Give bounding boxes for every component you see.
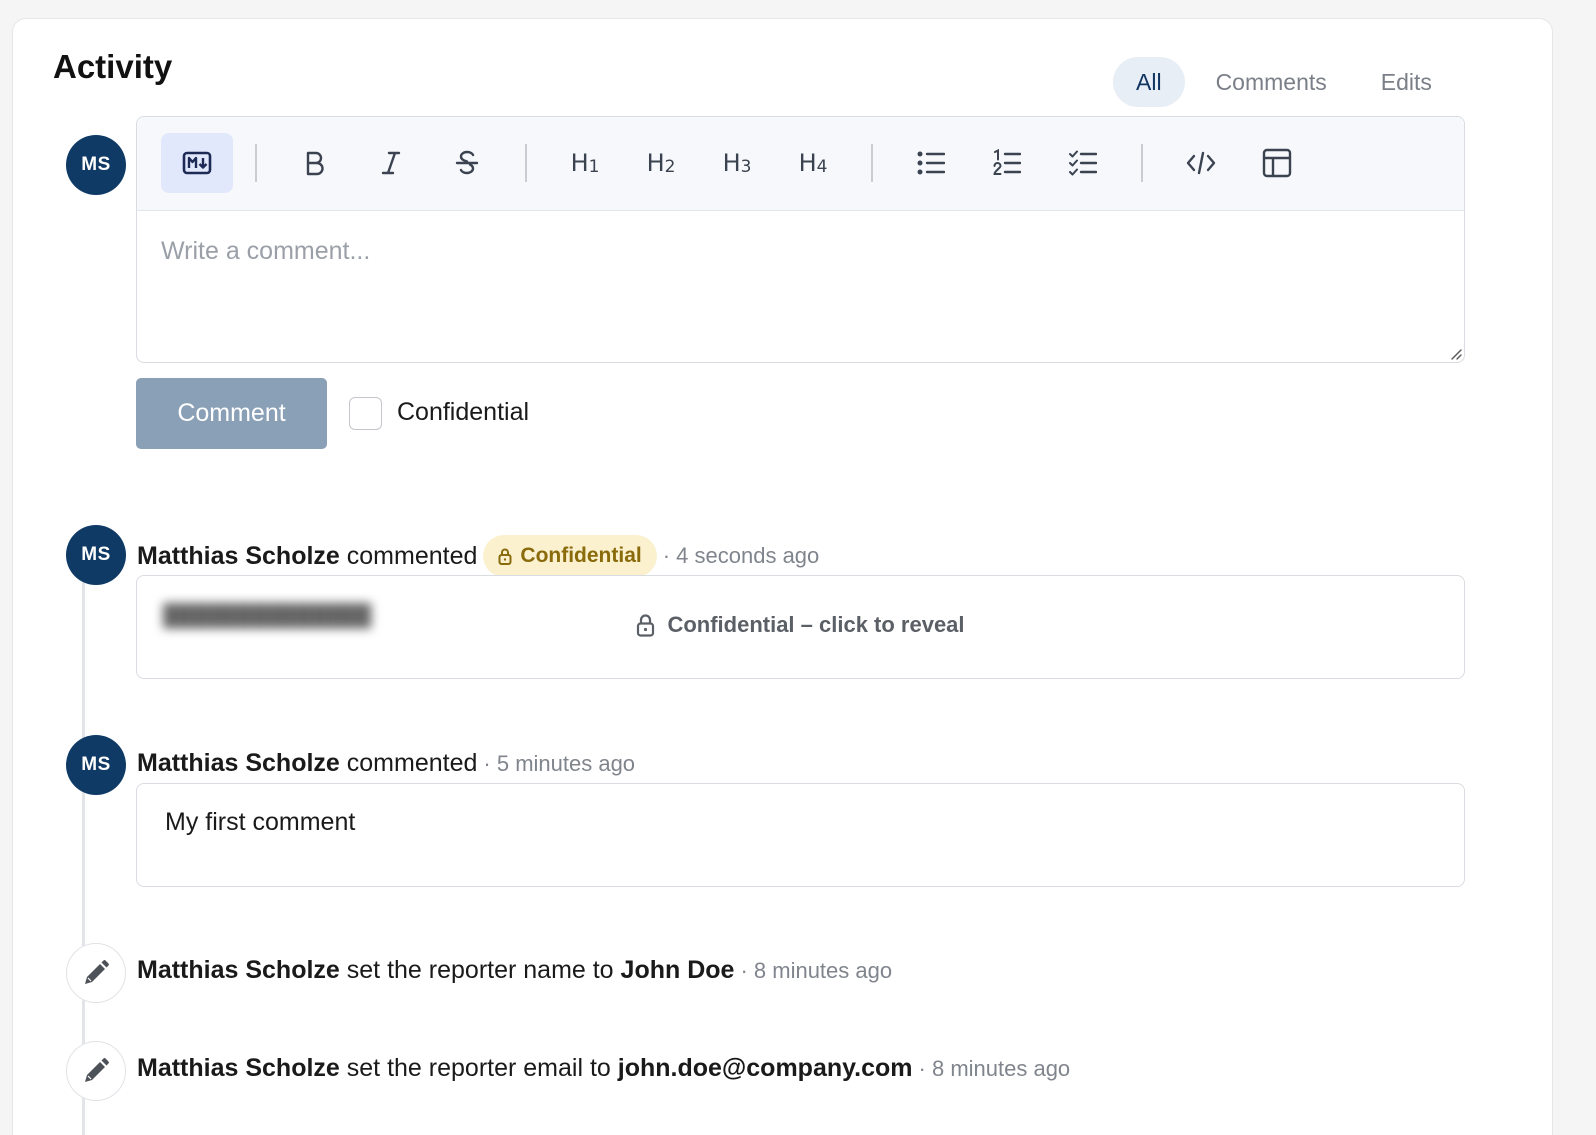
heading-1-button[interactable]: H1: [549, 133, 621, 193]
activity-filter-tabs: All Comments Edits: [1113, 57, 1455, 107]
heading-4-label: H4: [798, 149, 828, 177]
confidential-badge: Confidential: [483, 535, 657, 577]
comment-textarea[interactable]: Write a comment...: [137, 211, 1464, 362]
bullet-list-button[interactable]: [895, 133, 967, 193]
activity-time: · 4 seconds ago: [662, 543, 820, 568]
lock-icon: [637, 613, 655, 637]
activity-verb: set the reporter name to: [346, 956, 614, 984]
activity-author[interactable]: Matthias Scholze: [137, 749, 340, 778]
pencil-icon: [85, 960, 109, 984]
bold-icon: [306, 151, 324, 176]
activity-time: · 5 minutes ago: [483, 750, 636, 776]
bullet-list-icon: [917, 151, 945, 175]
comment-body: My first comment: [165, 808, 356, 836]
avatar: MS: [66, 525, 126, 585]
activity-time: · 8 minutes ago: [918, 1055, 1071, 1081]
heading-2-button[interactable]: H2: [625, 133, 697, 193]
avatar: MS: [66, 735, 126, 795]
strikethrough-icon: [455, 150, 479, 175]
code-icon: [1186, 151, 1216, 175]
tab-all[interactable]: All: [1113, 57, 1185, 107]
avatar: MS: [66, 135, 126, 195]
lock-icon: [498, 548, 512, 565]
activity-verb: set the reporter email to: [346, 1054, 611, 1082]
edit-event-avatar: [66, 1041, 126, 1101]
checklist-button[interactable]: [1047, 133, 1119, 193]
activity-value: john.doe@company.com: [617, 1054, 913, 1082]
tab-comments[interactable]: Comments: [1193, 57, 1350, 107]
italic-icon: [381, 151, 401, 175]
confidential-comment-box[interactable]: ██████████████ Confidential – click to r…: [136, 575, 1465, 679]
comment-box: My first comment: [136, 783, 1465, 887]
activity-author[interactable]: Matthias Scholze: [137, 1054, 340, 1083]
strikethrough-button[interactable]: [431, 133, 503, 193]
activity-value: John Doe: [620, 956, 735, 984]
activity-verb: commented: [346, 541, 478, 570]
page-title: Activity: [53, 48, 173, 85]
activity-verb: commented: [346, 749, 478, 777]
heading-2-label: H2: [646, 149, 676, 177]
numbered-list-icon: [993, 149, 1021, 175]
markdown-toggle-button[interactable]: [161, 133, 233, 193]
code-button[interactable]: [1165, 133, 1237, 193]
numbered-list-button[interactable]: [971, 133, 1043, 193]
confidential-checkbox[interactable]: [349, 397, 382, 430]
reveal-button[interactable]: Confidential – click to reveal: [137, 612, 1464, 638]
comment-editor: H1 H2 H3 H4 Write a comment...: [136, 116, 1465, 363]
confidential-label: Confidential: [397, 398, 530, 426]
resize-handle-icon[interactable]: [1448, 346, 1462, 360]
heading-1-label: H1: [570, 149, 600, 177]
tab-edits[interactable]: Edits: [1358, 57, 1455, 107]
italic-button[interactable]: [355, 133, 427, 193]
activity-author[interactable]: Matthias Scholze: [137, 542, 340, 571]
heading-3-label: H3: [722, 149, 752, 177]
edit-event-avatar: [66, 943, 126, 1003]
table-button[interactable]: [1241, 133, 1313, 193]
comment-button[interactable]: Comment: [136, 378, 327, 449]
activity-entry-header: Matthias Scholze set the reporter name t…: [137, 956, 892, 985]
heading-4-button[interactable]: H4: [777, 133, 849, 193]
heading-3-button[interactable]: H3: [701, 133, 773, 193]
activity-entry-header: Matthias Scholze commented · 5 minutes a…: [137, 749, 635, 778]
activity-entry-header: Matthias Scholze set the reporter email …: [137, 1054, 1070, 1083]
markdown-icon: [182, 151, 212, 175]
activity-author[interactable]: Matthias Scholze: [137, 956, 340, 985]
table-icon: [1262, 148, 1292, 178]
checklist-icon: [1069, 150, 1097, 176]
activity-entry-header: Matthias Scholze commented Confidential …: [137, 535, 819, 577]
pencil-icon: [85, 1058, 109, 1082]
activity-time: · 8 minutes ago: [740, 957, 893, 983]
editor-toolbar: H1 H2 H3 H4: [137, 117, 1464, 211]
bold-button[interactable]: [279, 133, 351, 193]
